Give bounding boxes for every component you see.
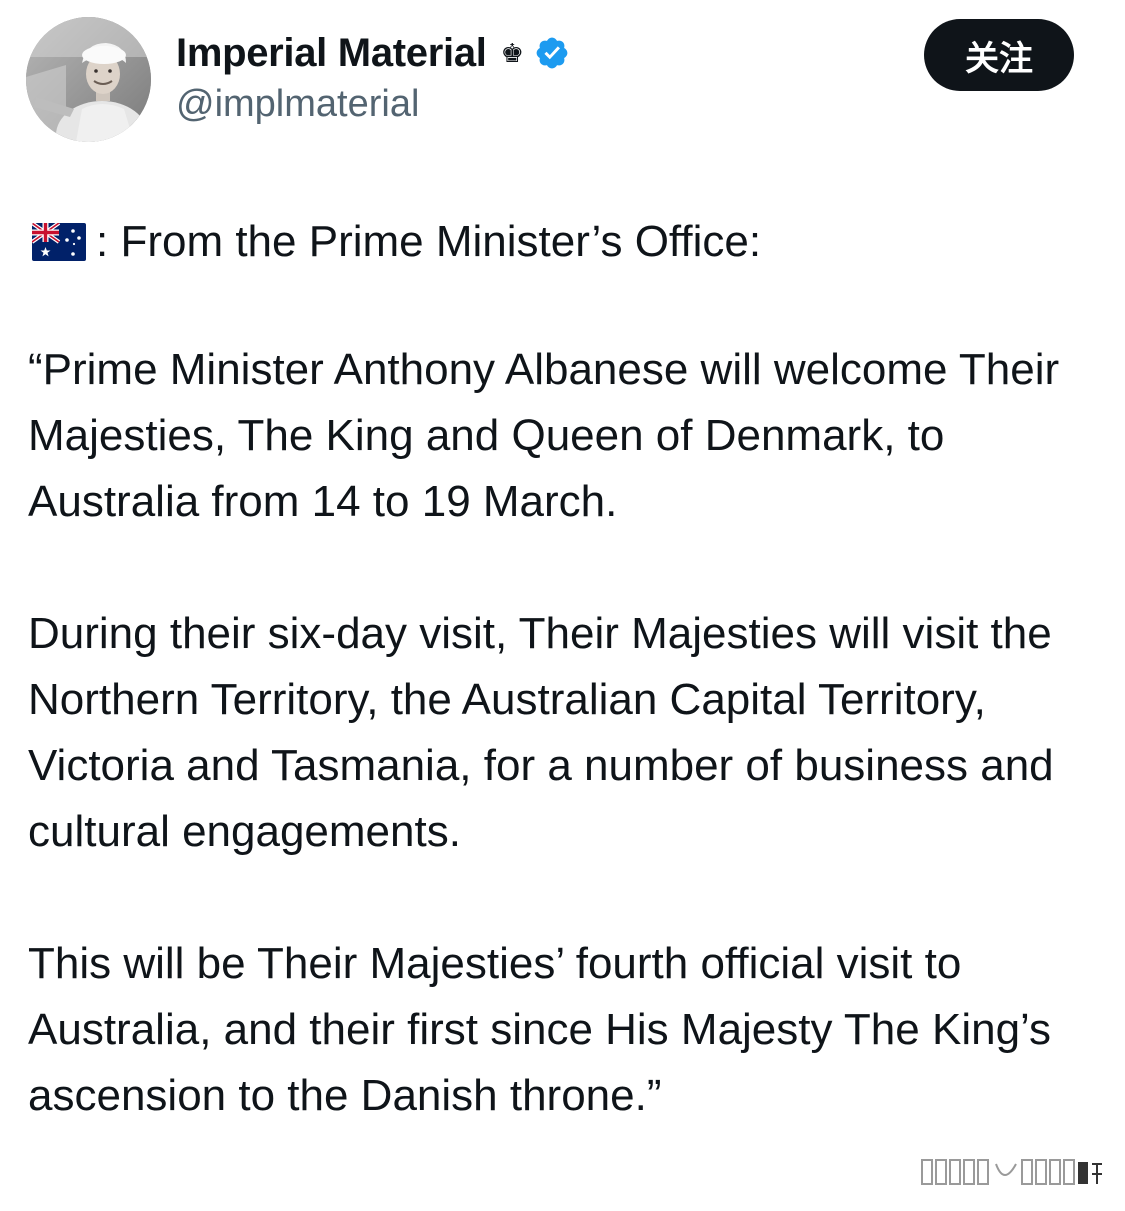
crown-emoji-icon: ♚ [500,38,524,68]
user-handle[interactable]: @implmaterial [176,83,419,126]
paragraph-1: “Prime Minister Anthony Albanese will we… [28,345,1060,526]
australia-flag-icon [32,223,86,261]
paragraph-3: This will be Their Majesties’ fourth off… [28,939,1052,1120]
name-row: Imperial Material ♚ [176,30,570,76]
tweet-header: Imperial Material ♚ @implmaterial 关注 [0,0,1125,160]
office-line: : From the Prime Minister’s Office: [28,205,1108,279]
paragraph-2: During their six-day visit, Their Majest… [28,609,1054,856]
avatar-photo-icon [26,17,151,142]
avatar[interactable] [26,17,151,142]
tweet-text: : From the Prime Minister’s Office: “Pri… [28,205,1108,1129]
watermark-logo-icon [920,1156,1104,1188]
office-line-text: : From the Prime Minister’s Office: [96,217,762,266]
follow-button[interactable]: 关注 [924,19,1074,91]
display-name[interactable]: Imperial Material [176,31,487,76]
verified-badge-icon[interactable] [534,35,570,71]
